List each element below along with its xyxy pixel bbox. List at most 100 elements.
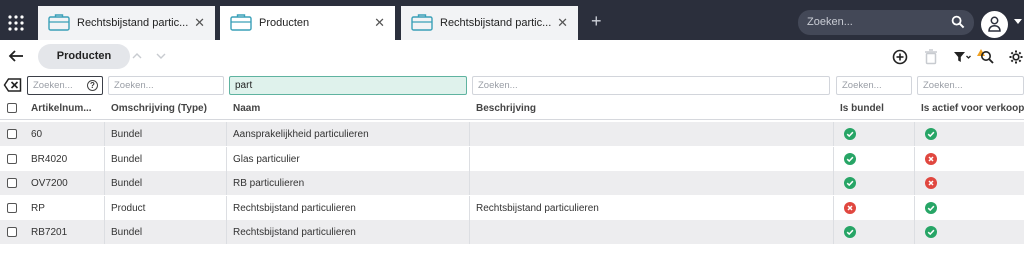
column-header-is-bundel[interactable]: Is bundel bbox=[840, 103, 884, 114]
filter-icon[interactable] bbox=[952, 48, 972, 66]
table-header: Artikelnum... Omschrijving (Type) Naam B… bbox=[0, 97, 1024, 120]
cell-omschrijving: Bundel bbox=[111, 129, 143, 140]
row-checkbox[interactable] bbox=[7, 178, 17, 188]
row-checkbox[interactable] bbox=[7, 153, 17, 164]
tab-producten[interactable]: Producten ✕ bbox=[220, 6, 395, 40]
close-icon[interactable]: ✕ bbox=[194, 16, 205, 29]
filter-artikelnummer-input[interactable]: Zoeken... ? bbox=[27, 76, 103, 95]
column-divider bbox=[914, 171, 915, 195]
global-search-input[interactable]: Zoeken... bbox=[798, 10, 974, 35]
column-header-omschrijving[interactable]: Omschrijving (Type) bbox=[111, 103, 207, 114]
gear-icon[interactable] bbox=[1008, 48, 1024, 66]
column-divider bbox=[469, 171, 470, 195]
row-checkbox[interactable] bbox=[7, 129, 17, 139]
tab-label: Rechtsbijstand partic... bbox=[77, 17, 189, 29]
table-row[interactable]: RP Product Rechtsbijstand particulieren Rec… bbox=[0, 195, 1024, 220]
cell-artikelnummer: BR4020 bbox=[31, 153, 68, 165]
briefcase-icon bbox=[411, 14, 433, 31]
filter-placeholder: Zoeken... bbox=[842, 80, 882, 91]
table-row[interactable]: BR4020 Bundel Glas particulier bbox=[0, 146, 1024, 171]
filter-row: Zoeken... ? Zoeken... part Zoeken... Zoe… bbox=[0, 76, 1024, 95]
tab-rechtsbijstand-2[interactable]: Rechtsbijstand partic... ✕ bbox=[401, 6, 578, 40]
x-circle-icon bbox=[925, 177, 937, 189]
row-checkbox[interactable] bbox=[7, 227, 17, 237]
column-divider bbox=[833, 122, 834, 146]
search-icon[interactable] bbox=[951, 15, 965, 29]
filter-placeholder: Zoeken... bbox=[114, 80, 154, 91]
cell-artikelnummer: 60 bbox=[31, 129, 43, 140]
cell-artikelnummer: OV7200 bbox=[31, 178, 68, 189]
column-divider bbox=[469, 195, 470, 220]
column-divider bbox=[104, 122, 105, 146]
chevron-down-icon[interactable] bbox=[156, 52, 166, 60]
cell-naam: Glas particulier bbox=[233, 153, 300, 165]
trash-icon[interactable] bbox=[922, 48, 940, 66]
chevron-down-icon[interactable] bbox=[1014, 19, 1022, 24]
filter-placeholder: Zoeken... bbox=[478, 80, 518, 91]
column-divider bbox=[469, 220, 470, 244]
check-circle-icon bbox=[925, 226, 937, 238]
close-icon[interactable]: ✕ bbox=[557, 16, 568, 29]
help-icon[interactable]: ? bbox=[87, 80, 98, 91]
column-divider bbox=[469, 122, 470, 146]
column-divider bbox=[104, 220, 105, 244]
table-row[interactable]: 60 Bundel Aansprakelijkheid particulieren bbox=[0, 122, 1024, 146]
cell-omschrijving: Product bbox=[111, 202, 146, 214]
column-divider bbox=[226, 171, 227, 195]
cell-omschrijving: Bundel bbox=[111, 227, 143, 238]
cell-naam: RB particulieren bbox=[233, 178, 305, 189]
row-checkbox[interactable] bbox=[7, 202, 17, 213]
filter-is-actief-input[interactable]: Zoeken... bbox=[917, 76, 1024, 95]
tab-rechtsbijstand-1[interactable]: Rechtsbijstand partic... ✕ bbox=[38, 6, 215, 40]
column-divider bbox=[914, 220, 915, 244]
cell-artikelnummer: RB7201 bbox=[31, 227, 68, 238]
close-icon[interactable]: ✕ bbox=[374, 16, 385, 29]
column-divider bbox=[104, 171, 105, 195]
table-row[interactable]: RB7201 Bundel Rechtsbijstand particulieren bbox=[0, 220, 1024, 244]
column-divider bbox=[914, 195, 915, 220]
column-header-artikelnummer[interactable]: Artikelnum... bbox=[31, 103, 103, 114]
column-header-beschrijving[interactable]: Beschrijving bbox=[476, 103, 536, 114]
table-row[interactable]: OV7200 Bundel RB particulieren bbox=[0, 171, 1024, 195]
search-alert-icon[interactable] bbox=[975, 48, 997, 66]
column-divider bbox=[469, 146, 470, 171]
check-circle-icon bbox=[844, 152, 856, 165]
select-all-checkbox[interactable] bbox=[7, 103, 17, 113]
column-divider bbox=[833, 195, 834, 220]
page-title: Producten bbox=[38, 44, 130, 69]
check-circle-icon bbox=[925, 128, 937, 140]
app-launcher-button[interactable] bbox=[0, 6, 32, 40]
add-tab-icon[interactable]: + bbox=[591, 12, 602, 30]
cell-naam: Rechtsbijstand particulieren bbox=[233, 227, 356, 238]
briefcase-icon bbox=[230, 14, 252, 31]
toolbar: Producten bbox=[0, 40, 1024, 73]
filter-is-bundel-input[interactable]: Zoeken... bbox=[836, 76, 912, 95]
filter-placeholder: Zoeken... bbox=[33, 80, 73, 91]
cell-omschrijving: Bundel bbox=[111, 153, 143, 165]
column-divider bbox=[226, 220, 227, 244]
column-divider bbox=[104, 146, 105, 171]
grid-icon bbox=[8, 15, 24, 31]
column-divider bbox=[104, 195, 105, 220]
filter-omschrijving-input[interactable]: Zoeken... bbox=[108, 76, 224, 95]
briefcase-icon bbox=[48, 14, 70, 31]
user-avatar[interactable] bbox=[981, 11, 1008, 38]
clear-filter-icon[interactable] bbox=[3, 77, 22, 93]
add-circle-icon[interactable] bbox=[891, 48, 909, 66]
column-divider bbox=[226, 122, 227, 146]
filter-beschrijving-input[interactable]: Zoeken... bbox=[472, 76, 830, 95]
chevron-up-icon[interactable] bbox=[132, 52, 142, 60]
cell-omschrijving: Bundel bbox=[111, 178, 143, 189]
cell-artikelnummer: RP bbox=[31, 202, 45, 214]
check-circle-icon bbox=[844, 177, 856, 189]
filter-naam-input[interactable]: part bbox=[229, 76, 467, 95]
x-circle-icon bbox=[925, 152, 937, 165]
column-divider bbox=[226, 195, 227, 220]
column-divider bbox=[914, 146, 915, 171]
column-header-is-actief[interactable]: Is actief voor verkoop bbox=[921, 103, 1024, 114]
tab-label: Rechtsbijstand partic... bbox=[440, 17, 552, 29]
search-placeholder: Zoeken... bbox=[807, 16, 853, 28]
column-header-naam[interactable]: Naam bbox=[233, 103, 260, 114]
back-arrow-icon[interactable] bbox=[8, 49, 24, 63]
column-divider bbox=[833, 146, 834, 171]
